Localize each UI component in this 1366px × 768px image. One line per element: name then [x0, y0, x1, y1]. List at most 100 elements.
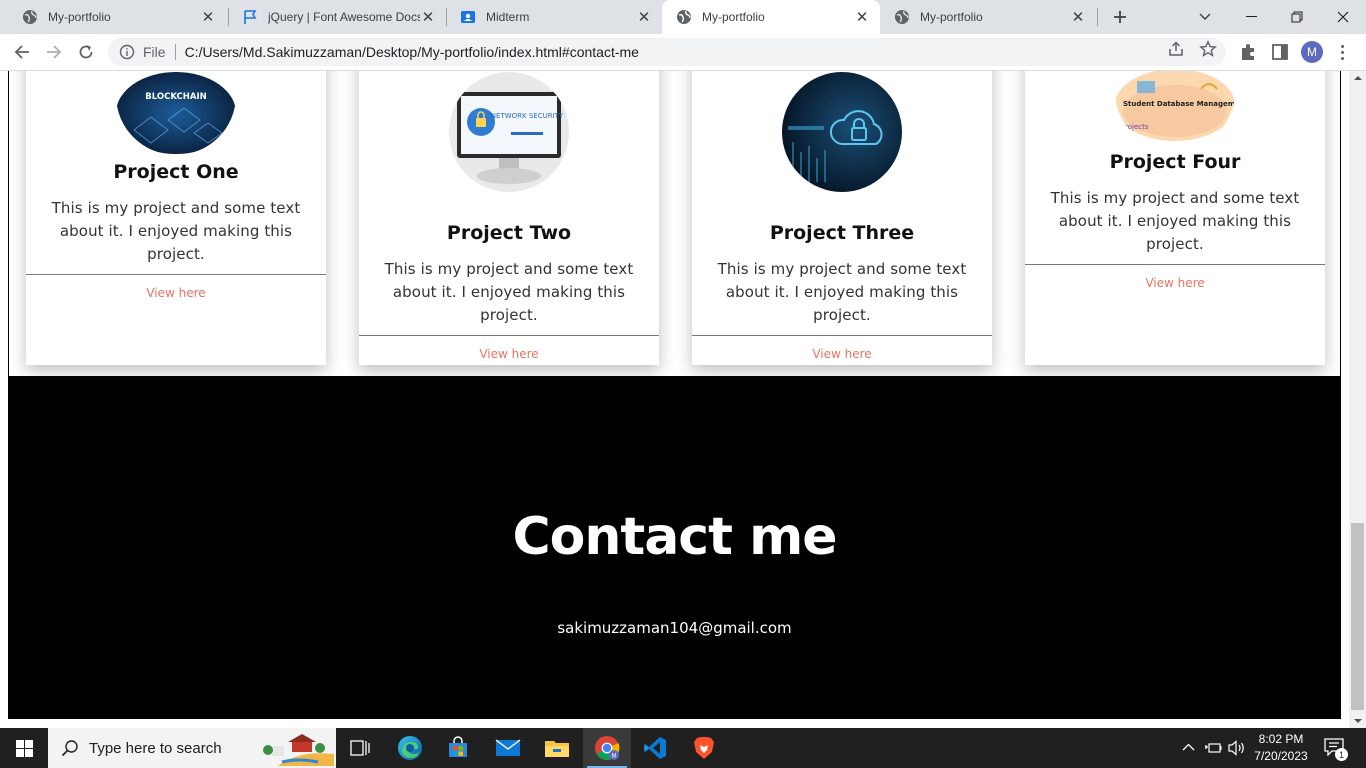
tab-jquery-font-awesome[interactable]: jQuery | Font Awesome Docs ✕ — [228, 0, 446, 34]
file-explorer-icon — [545, 741, 569, 757]
mail-icon — [495, 739, 521, 756]
reload-button[interactable] — [72, 38, 100, 66]
windows-taskbar: Type here to search M 8:02 PM 7/20/2023 … — [0, 728, 1366, 768]
tab-title: My-portfolio — [48, 10, 111, 24]
chevron-up-icon[interactable] — [1182, 741, 1195, 754]
close-tab-icon[interactable]: ✕ — [420, 9, 436, 26]
chevron-down-icon — [1199, 13, 1211, 20]
restore-button[interactable] — [1274, 0, 1320, 34]
contact-email[interactable]: sakimuzzaman104@gmail.com — [8, 619, 1341, 637]
contact-heading: Contact me — [512, 507, 837, 567]
tab-my-portfolio-3[interactable]: My-portfolio ✕ — [880, 0, 1096, 34]
project-title: Project Three — [769, 222, 915, 244]
extensions-icon[interactable] — [1238, 42, 1258, 62]
tab-separator — [1097, 8, 1098, 26]
tab-midterm[interactable]: Midterm ✕ — [446, 0, 662, 34]
project-image: Student Database Management System rojec… — [1115, 71, 1235, 151]
close-tab-icon[interactable]: ✕ — [1070, 9, 1086, 26]
taskbar-search-box[interactable]: Type here to search — [48, 728, 336, 768]
taskbar-clock[interactable]: 8:02 PM 7/20/2023 — [1244, 731, 1318, 765]
project-description: This is my project and some text about i… — [717, 260, 967, 324]
close-tab-icon[interactable]: ✕ — [854, 9, 870, 26]
arrow-left-icon — [14, 45, 29, 59]
scroll-up-button[interactable] — [1349, 71, 1366, 85]
view-project-link[interactable]: View here — [359, 347, 659, 361]
page-scrollbar[interactable] — [1349, 71, 1366, 728]
close-tab-icon[interactable]: ✕ — [200, 9, 216, 26]
search-icon — [61, 740, 78, 757]
card-divider — [692, 335, 992, 336]
plus-icon — [1114, 11, 1126, 23]
scroll-down-button[interactable] — [1349, 714, 1366, 728]
taskbar-app-mail[interactable] — [484, 728, 532, 768]
url-text[interactable]: C:/Users/Md.Sakimuzzaman/Desktop/My-port… — [185, 44, 639, 60]
svg-text:Student Database Management Sy: Student Database Management System — [1123, 100, 1235, 108]
tab-my-portfolio-active[interactable]: My-portfolio ✕ — [662, 0, 880, 34]
search-placeholder: Type here to search — [89, 739, 222, 757]
project-description: This is my project and some text about i… — [384, 260, 634, 324]
minimize-icon — [1245, 16, 1257, 17]
thumbnail-caption-sub: rojects — [1125, 123, 1149, 131]
task-view-button[interactable] — [336, 728, 384, 768]
browser-menu-button[interactable] — [1336, 41, 1348, 63]
triangle-up-icon — [1353, 76, 1362, 80]
arrow-right-icon — [47, 45, 62, 59]
restore-icon — [1291, 11, 1303, 23]
task-view-icon — [350, 740, 370, 756]
tab-search-button[interactable] — [1182, 0, 1228, 34]
view-project-link[interactable]: View here — [692, 347, 992, 361]
close-icon — [1337, 11, 1349, 23]
taskbar-app-vscode[interactable] — [631, 728, 679, 768]
project-image — [782, 72, 902, 192]
clock-date: 7/20/2023 — [1254, 749, 1308, 763]
forward-button[interactable] — [40, 38, 68, 66]
close-window-button[interactable] — [1320, 0, 1366, 34]
tab-title: My-portfolio — [702, 10, 765, 24]
tab-title: Midterm — [486, 10, 530, 24]
taskbar-app-edge[interactable] — [386, 728, 434, 768]
bookmark-star-icon[interactable] — [1199, 40, 1217, 58]
projects-section: BLOCKCHAIN Project One This is my projec… — [8, 71, 1341, 377]
student-database-thumbnail: Student Database Management System rojec… — [1115, 71, 1235, 151]
address-bar[interactable]: File C:/Users/Md.Sakimuzzaman/Desktop/My… — [108, 38, 1226, 66]
taskbar-app-brave[interactable] — [680, 728, 728, 768]
tab-my-portfolio-1[interactable]: My-portfolio ✕ — [8, 0, 226, 34]
profile-avatar[interactable]: M — [1301, 41, 1323, 63]
notification-center-button[interactable]: 1 — [1324, 738, 1348, 761]
start-button[interactable] — [0, 728, 48, 768]
project-description: This is my project and some text about i… — [1050, 189, 1300, 253]
taskbar-app-file-explorer[interactable] — [533, 728, 581, 768]
globe-icon — [677, 10, 691, 24]
share-icon[interactable] — [1167, 40, 1185, 58]
project-card: Student Database Management System rojec… — [1025, 71, 1325, 365]
project-card: NETWORK SECURITY Project Two This is my … — [359, 71, 659, 365]
close-tab-icon[interactable]: ✕ — [636, 9, 652, 26]
card-divider — [26, 274, 326, 275]
card-divider — [359, 335, 659, 336]
view-project-link[interactable]: View here — [26, 286, 326, 300]
edge-icon — [398, 736, 422, 760]
taskbar-app-store[interactable] — [434, 728, 482, 768]
browser-toolbar: File C:/Users/Md.Sakimuzzaman/Desktop/My… — [0, 34, 1366, 71]
blockchain-thumbnail: BLOCKCHAIN — [116, 71, 236, 155]
project-image: NETWORK SECURITY — [449, 72, 569, 192]
network-security-thumbnail: NETWORK SECURITY — [449, 72, 569, 192]
taskbar-app-chrome[interactable]: M — [583, 728, 631, 768]
dot-icon — [1340, 56, 1344, 60]
scroll-thumb[interactable] — [1351, 523, 1364, 710]
minimize-button[interactable] — [1228, 0, 1274, 34]
reload-icon — [79, 45, 93, 59]
view-project-link[interactable]: View here — [1025, 276, 1325, 290]
new-tab-button[interactable] — [1108, 5, 1132, 29]
battery-plug-icon[interactable] — [1204, 740, 1222, 756]
info-icon[interactable] — [119, 44, 135, 60]
triangle-down-icon — [1353, 719, 1362, 723]
brave-icon — [694, 737, 714, 759]
project-title: Project One — [113, 161, 239, 183]
side-panel-icon[interactable] — [1270, 42, 1290, 62]
back-button[interactable] — [8, 38, 36, 66]
project-image: BLOCKCHAIN — [116, 71, 236, 155]
card-divider — [1025, 264, 1325, 265]
page-viewport: BLOCKCHAIN Project One This is my projec… — [0, 71, 1349, 728]
thumbnail-caption: NETWORK SECURITY — [491, 112, 564, 120]
